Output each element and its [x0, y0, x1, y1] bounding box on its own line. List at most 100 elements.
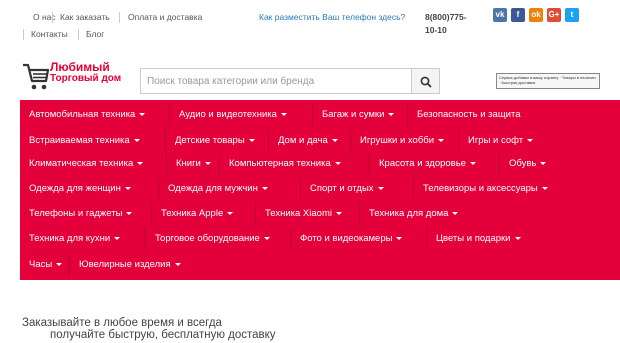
- caret-down-icon: [204, 161, 211, 165]
- category-item[interactable]: Встраиваемая техника: [20, 129, 166, 153]
- nav-link-how-to-order[interactable]: Как заказать: [60, 12, 110, 22]
- phone-number-line2: 10-10: [425, 25, 447, 35]
- caret-down-icon: [540, 161, 547, 165]
- category-label: Игры и софт: [468, 135, 524, 146]
- caret-down-icon: [133, 138, 140, 142]
- category-item[interactable]: Автомобильная техника: [20, 103, 170, 127]
- category-label: Ювелирные изделия: [79, 259, 171, 270]
- category-item[interactable]: Аудио и видеотехника: [170, 103, 313, 127]
- category-label: Телевизоры и аксессуары: [423, 183, 538, 194]
- site-logo[interactable]: Любимый Торговый дом: [22, 60, 137, 96]
- category-label: Телефоны и гаджеты: [29, 208, 123, 219]
- nav-divider: [78, 29, 79, 40]
- caret-down-icon: [174, 262, 181, 266]
- phone-number: 8(800)775- 10-10: [425, 11, 467, 37]
- category-item[interactable]: Телефоны и гаджеты: [20, 202, 152, 226]
- category-label: Техника Apple: [161, 208, 224, 219]
- search-input[interactable]: [140, 68, 412, 94]
- category-item[interactable]: Техника для дома: [360, 202, 466, 226]
- caret-down-icon: [227, 211, 234, 215]
- vk-icon[interactable]: vk: [493, 8, 507, 22]
- caret-down-icon: [527, 138, 534, 142]
- caret-down-icon: [396, 236, 403, 240]
- category-label: Дом и дача: [278, 135, 328, 146]
- nav-link-contacts[interactable]: Контакты: [31, 29, 68, 39]
- caret-down-icon: [334, 161, 341, 165]
- caret-down-icon: [263, 236, 270, 240]
- category-label: Техника для кухни: [29, 233, 111, 244]
- caret-down-icon: [56, 262, 63, 266]
- nav-link-blog[interactable]: Блог: [86, 29, 104, 39]
- odnoklassniki-icon[interactable]: ok: [529, 8, 543, 22]
- caret-down-icon: [514, 236, 521, 240]
- category-item[interactable]: Игрушки и хобби: [351, 129, 459, 153]
- caret-down-icon: [126, 211, 133, 215]
- caret-down-icon: [452, 211, 459, 215]
- category-label: Аудио и видеотехника: [179, 109, 277, 120]
- category-label: Часы: [29, 259, 53, 270]
- category-label: Багаж и сумки: [322, 109, 385, 120]
- category-label: Встраиваемая техника: [29, 135, 130, 146]
- category-label: Одежда для женщин: [29, 183, 121, 194]
- place-your-phone-link[interactable]: Как разместить Ваш телефон здесь?: [259, 12, 405, 22]
- category-label: Климатическая техника: [29, 158, 134, 169]
- category-item[interactable]: Багаж и сумки: [313, 103, 408, 127]
- caret-down-icon: [377, 186, 384, 190]
- caret-down-icon: [331, 138, 338, 142]
- category-item[interactable]: Часы: [20, 253, 70, 277]
- category-label: Техника Xiaomi: [265, 208, 332, 219]
- search-icon: [420, 76, 432, 88]
- category-item[interactable]: Телевизоры и аксессуары: [414, 177, 564, 201]
- phone-number-line1: 8(800)775-: [425, 12, 467, 22]
- category-item[interactable]: Фото и видеокамеры: [291, 227, 427, 251]
- category-label: Автомобильная техника: [29, 109, 136, 120]
- category-item[interactable]: Обувь: [500, 152, 560, 176]
- category-label: Техника для дома: [369, 208, 449, 219]
- category-item[interactable]: Техника Apple: [152, 202, 256, 226]
- category-item[interactable]: Торговое оборудование: [146, 227, 291, 251]
- nav-divider: [23, 29, 24, 40]
- category-item[interactable]: Ювелирные изделия: [70, 253, 200, 277]
- caret-down-icon: [114, 236, 121, 240]
- category-label: Обувь: [509, 158, 537, 169]
- category-item[interactable]: Спорт и отдых: [301, 177, 414, 201]
- category-item[interactable]: Одежда для мужчин: [159, 177, 301, 201]
- category-label: Детские товары: [175, 135, 245, 146]
- twitter-icon[interactable]: t: [565, 8, 579, 22]
- nav-link-payment-delivery[interactable]: Оплата и доставка: [128, 12, 202, 22]
- category-label: Одежда для мужчин: [168, 183, 258, 194]
- logo-line2: Торговый дом: [50, 73, 122, 84]
- caret-down-icon: [541, 186, 548, 190]
- category-item[interactable]: Дом и дача: [269, 129, 351, 153]
- search-button[interactable]: [412, 68, 440, 94]
- promo-line2: получайте быструю, бесплатную доставку: [50, 329, 276, 341]
- category-item[interactable]: Техника Xiaomi: [256, 202, 360, 226]
- category-item[interactable]: Детские товары: [166, 129, 269, 153]
- category-item[interactable]: Одежда для женщин: [20, 177, 159, 201]
- category-menu: Автомобильная техника Аудио и видеотехни…: [20, 100, 620, 280]
- category-label: Фото и видеокамеры: [300, 233, 393, 244]
- category-label: Торговое оборудование: [155, 233, 260, 244]
- category-item[interactable]: Безопасность и защита: [408, 103, 548, 127]
- logo-line1: Любимый: [50, 60, 110, 74]
- category-label: Компьютерная техника: [229, 158, 331, 169]
- promo-banner-text: Сервис добавки в вашу корзину · Товары в…: [499, 75, 596, 85]
- caret-down-icon: [335, 211, 342, 215]
- promo-banner[interactable]: Сервис добавки в вашу корзину · Товары в…: [496, 73, 600, 89]
- category-item[interactable]: Техника для кухни: [20, 227, 146, 251]
- category-item[interactable]: Игры и софт: [459, 129, 544, 153]
- caret-down-icon: [139, 112, 146, 116]
- category-item[interactable]: Цветы и подарки: [427, 227, 541, 251]
- caret-down-icon: [261, 186, 268, 190]
- caret-down-icon: [469, 161, 476, 165]
- category-label: Безопасность и защита: [417, 109, 521, 120]
- shopping-cart-icon: [23, 63, 50, 90]
- nav-divider: [52, 12, 53, 23]
- category-item[interactable]: Книги: [167, 152, 220, 176]
- google-plus-icon[interactable]: G+: [547, 8, 561, 22]
- category-item[interactable]: Климатическая техника: [20, 152, 167, 176]
- category-label: Цветы и подарки: [436, 233, 511, 244]
- category-item[interactable]: Компьютерная техника: [220, 152, 370, 176]
- category-item[interactable]: Красота и здоровье: [370, 152, 500, 176]
- facebook-icon[interactable]: f: [511, 8, 525, 22]
